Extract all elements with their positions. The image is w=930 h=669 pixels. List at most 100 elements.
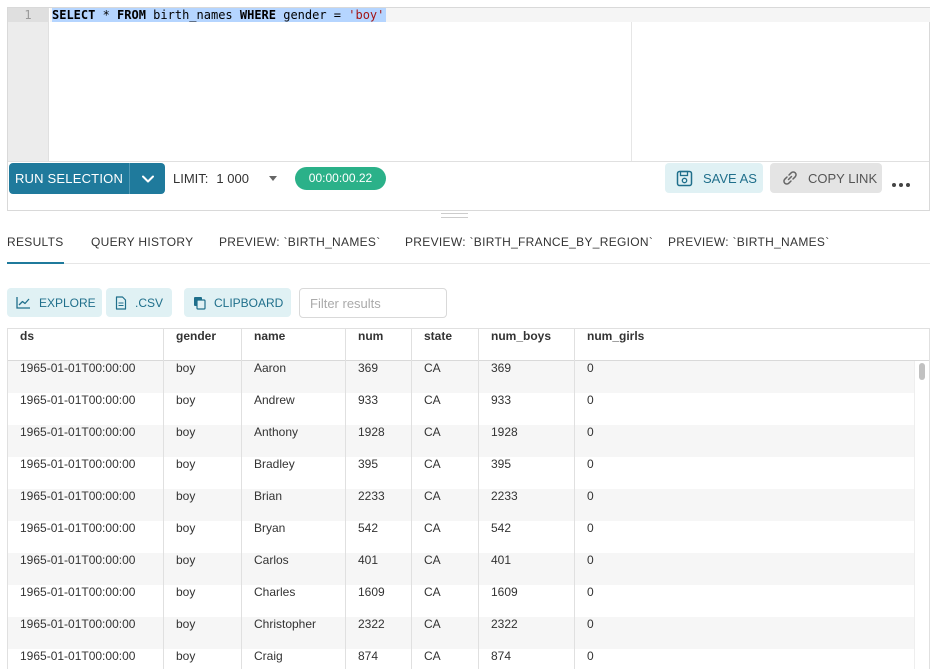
table-cell-num-boys: 874: [491, 649, 512, 663]
table-row: 1965-01-01T00:00:00 boy Christopher 2322 CA 2…: [8, 617, 914, 649]
table-cell-num: 933: [358, 393, 379, 407]
sql-token: 'boy': [348, 8, 385, 22]
table-cell-state: CA: [424, 553, 441, 567]
limit-label: LIMIT:: [173, 171, 209, 186]
tab-preview-birth-names[interactable]: PREVIEW: `BIRTH_NAMES`: [219, 235, 381, 264]
column-divider: [478, 329, 479, 669]
table-cell-state: CA: [424, 361, 441, 375]
save-as-label: SAVE AS: [703, 170, 757, 186]
table-cell-ds: 1965-01-01T00:00:00: [20, 361, 136, 375]
table-cell-num-girls: 0: [587, 649, 594, 663]
table-cell-ds: 1965-01-01T00:00:00: [20, 649, 136, 663]
table-cell-ds: 1965-01-01T00:00:00: [20, 457, 136, 471]
table-cell-ds: 1965-01-01T00:00:00: [20, 425, 136, 439]
table-cell-ds: 1965-01-01T00:00:00: [20, 521, 136, 535]
table-cell-num-boys: 542: [491, 521, 512, 535]
table-cell-gender: boy: [176, 553, 196, 567]
table-cell-num-girls: 0: [587, 361, 594, 375]
column-header-ds[interactable]: ds: [8, 329, 34, 360]
table-cell-num-girls: 0: [587, 585, 594, 599]
copy-link-button[interactable]: COPY LINK: [770, 163, 882, 193]
table-cell-state: CA: [424, 393, 441, 407]
table-cell-name: Carlos: [254, 553, 289, 567]
dot: [892, 183, 896, 187]
tab-preview-birth-names-2[interactable]: PREVIEW: `BIRTH_NAMES`: [668, 235, 830, 264]
column-header-num[interactable]: num: [346, 329, 383, 360]
more-options-icon[interactable]: [892, 183, 910, 187]
sql-token: *: [95, 8, 118, 22]
column-header-gender[interactable]: gender: [164, 329, 216, 360]
run-options-dropdown[interactable]: [130, 175, 165, 183]
dot: [899, 183, 903, 187]
table-cell-num-girls: 0: [587, 489, 594, 503]
column-divider: [574, 329, 575, 669]
table-cell-num-boys: 395: [491, 457, 512, 471]
sql-token: gender =: [276, 8, 349, 22]
table-cell-name: Anthony: [254, 425, 299, 439]
table-cell-num-boys: 933: [491, 393, 512, 407]
table-cell-num: 369: [358, 361, 379, 375]
column-header-num-boys[interactable]: num_boys: [479, 329, 551, 360]
table-cell-ds: 1965-01-01T00:00:00: [20, 585, 136, 599]
caret-down-icon: [268, 176, 277, 181]
run-selection-label: RUN SELECTION: [14, 171, 124, 186]
table-cell-num: 1928: [358, 425, 385, 439]
chevron-down-icon: [141, 175, 154, 182]
resize-handle[interactable]: [441, 213, 468, 218]
column-divider: [411, 329, 412, 669]
table-cell-ds: 1965-01-01T00:00:00: [20, 553, 136, 567]
run-selection-button[interactable]: RUN SELECTION: [9, 163, 165, 194]
table-row: 1965-01-01T00:00:00 boy Anthony 1928 CA 1928 0: [8, 425, 914, 457]
table-cell-gender: boy: [176, 585, 196, 599]
table-cell-state: CA: [424, 521, 441, 535]
tab-preview-birth-france-by-region[interactable]: PREVIEW: `BIRTH_FRANCE_BY_REGION`: [405, 235, 653, 264]
column-header-num-girls[interactable]: num_girls: [575, 329, 644, 360]
column-header-name[interactable]: name: [242, 329, 285, 360]
column-divider: [163, 329, 164, 669]
table-row: 1965-01-01T00:00:00 boy Bryan 542 CA 542 0: [8, 521, 914, 553]
table-cell-num-boys: 1609: [491, 585, 518, 599]
line-number: 1: [8, 8, 48, 22]
table-cell-name: Christopher: [254, 617, 317, 631]
table-cell-gender: boy: [176, 617, 196, 631]
table-cell-gender: boy: [176, 425, 196, 439]
table-cell-ds: 1965-01-01T00:00:00: [20, 617, 136, 631]
save-as-button[interactable]: SAVE AS: [665, 163, 763, 193]
table-cell-num: 542: [358, 521, 379, 535]
editor-gutter: [8, 8, 49, 161]
table-cell-gender: boy: [176, 649, 196, 663]
explore-button[interactable]: EXPLORE: [7, 288, 102, 317]
limit-selector[interactable]: LIMIT: 1 000: [173, 171, 277, 186]
download-csv-button[interactable]: .CSV: [106, 288, 172, 317]
results-tabs: RESULTS QUERY HISTORY PREVIEW: `BIRTH_NA…: [7, 235, 930, 264]
copy-to-clipboard-button[interactable]: CLIPBOARD: [184, 288, 291, 317]
link-icon: [783, 171, 797, 185]
sql-token: FROM: [117, 8, 146, 22]
table-row: 1965-01-01T00:00:00 boy Carlos 401 CA 401 0: [8, 553, 914, 585]
sql-token: birth_names: [145, 8, 240, 22]
table-cell-ds: 1965-01-01T00:00:00: [20, 393, 136, 407]
table-cell-num-boys: 2322: [491, 617, 518, 631]
table-cell-num: 2322: [358, 617, 385, 631]
table-cell-num-girls: 0: [587, 393, 594, 407]
results-table: ds gender name num state num_boys num_girls 19…: [7, 328, 930, 669]
table-cell-name: Bradley: [254, 457, 295, 471]
copy-link-label: COPY LINK: [808, 170, 878, 186]
table-cell-state: CA: [424, 457, 441, 471]
table-cell-num: 2233: [358, 489, 385, 503]
filter-results-input[interactable]: [299, 288, 447, 318]
sql-query-text[interactable]: SELECT * FROM birth_names WHERE gender =…: [52, 8, 387, 22]
tab-query-history[interactable]: QUERY HISTORY: [91, 235, 193, 264]
table-cell-state: CA: [424, 585, 441, 599]
tab-results[interactable]: RESULTS: [7, 235, 64, 264]
editor-divider: [631, 22, 632, 161]
table-cell-name: Craig: [254, 649, 283, 663]
table-cell-gender: boy: [176, 489, 196, 503]
table-cell-gender: boy: [176, 393, 196, 407]
limit-value: 1 000: [216, 171, 249, 186]
save-icon: [676, 170, 693, 186]
column-header-state[interactable]: state: [412, 329, 452, 360]
table-row: 1965-01-01T00:00:00 boy Charles 1609 CA 1609 0: [8, 585, 914, 617]
vertical-scrollbar[interactable]: [914, 361, 929, 669]
scrollbar-thumb[interactable]: [919, 363, 925, 380]
